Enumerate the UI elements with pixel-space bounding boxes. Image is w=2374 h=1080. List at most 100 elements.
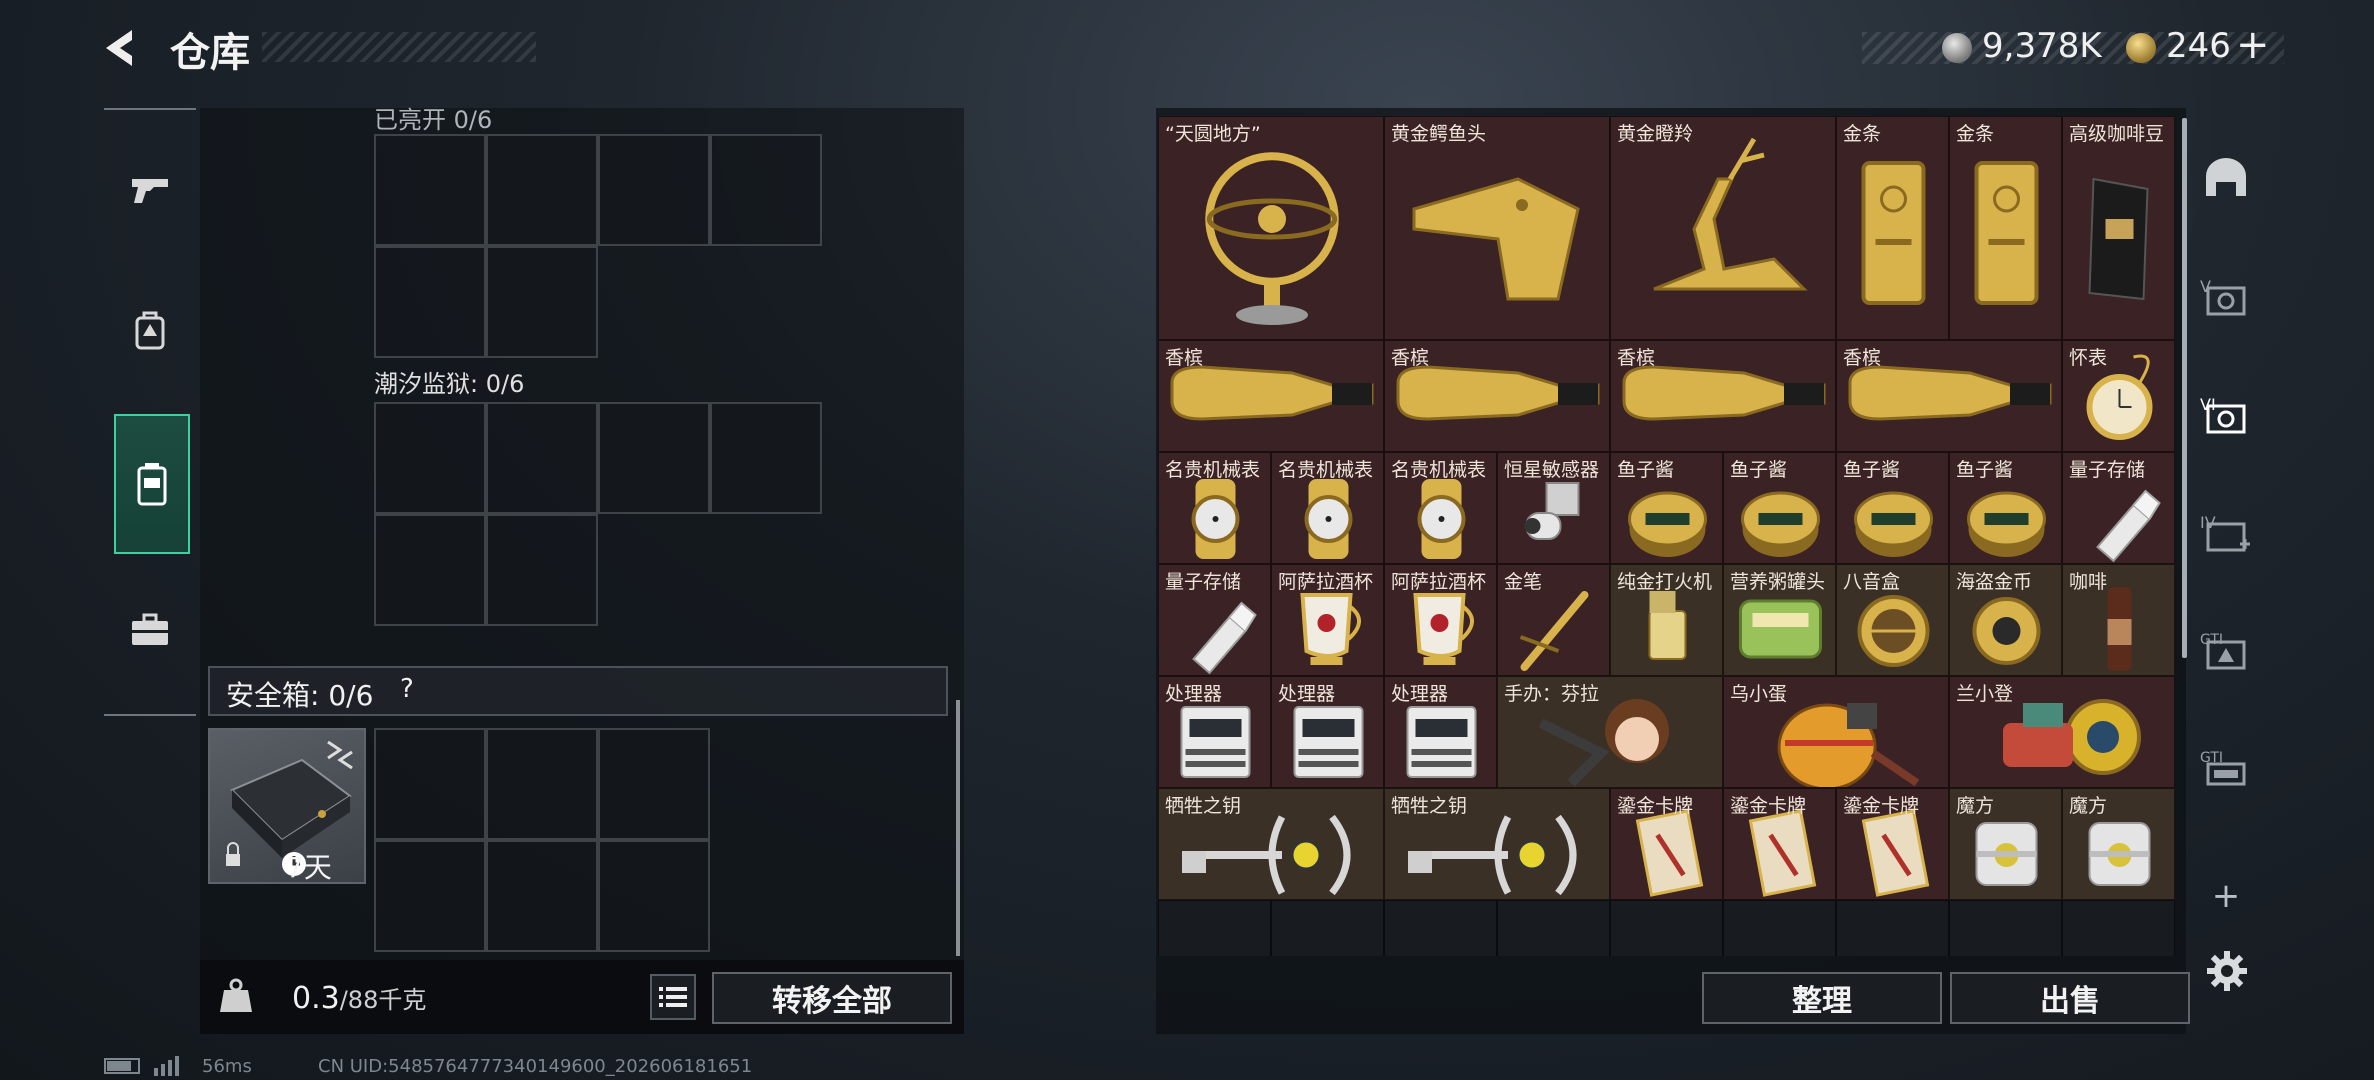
stash-item[interactable]: 兰小登 xyxy=(1949,676,2175,788)
grid-slot[interactable] xyxy=(598,402,710,514)
scrollbar[interactable] xyxy=(2182,118,2187,658)
stash-item[interactable]: 咖啡 xyxy=(2062,564,2175,676)
stash-item[interactable]: 鎏金卡牌 xyxy=(1610,788,1723,900)
item-name: 怀表 xyxy=(2069,347,2108,369)
grid-slot[interactable] xyxy=(710,134,822,246)
stash-item[interactable]: 魔方 xyxy=(1949,788,2062,900)
tab-iv[interactable]: IV xyxy=(2198,504,2254,560)
empty-slot[interactable] xyxy=(1836,900,1949,956)
empty-slot[interactable] xyxy=(1271,900,1384,956)
item-name: 手办：芬拉 xyxy=(1504,683,1600,705)
stash-item[interactable]: 黄金鳄鱼头 xyxy=(1384,116,1610,340)
grid-slot[interactable] xyxy=(486,514,598,626)
tab-vi[interactable]: VI xyxy=(2198,386,2254,442)
stash-item[interactable]: 怀表 xyxy=(2062,340,2175,452)
item-name: 香槟 xyxy=(1165,347,1204,369)
stash-item[interactable]: 鱼子酱 xyxy=(1723,452,1836,564)
add-currency-button[interactable]: + xyxy=(2236,22,2270,68)
settings-button[interactable] xyxy=(2206,950,2248,996)
stash-item[interactable]: 处理器 xyxy=(1158,676,1271,788)
stash-item[interactable]: 海盗金币 xyxy=(1949,564,2062,676)
empty-slot[interactable] xyxy=(1949,900,2062,956)
stash-item[interactable]: 香槟 xyxy=(1610,340,1836,452)
empty-slot[interactable] xyxy=(1610,900,1723,956)
stash-item[interactable]: “天圆地方” xyxy=(1158,116,1384,340)
tab-gti[interactable]: GTI xyxy=(2198,622,2254,678)
sort-button[interactable]: 整理 xyxy=(1702,972,1942,1024)
stash-item[interactable]: 香槟 xyxy=(1384,340,1610,452)
empty-slot[interactable] xyxy=(1497,900,1610,956)
stash-item[interactable]: 鱼子酱 xyxy=(1836,452,1949,564)
grid-slot[interactable] xyxy=(374,402,486,514)
stash-item[interactable]: 黄金瞪羚 xyxy=(1610,116,1836,340)
stash-item[interactable]: 纯金打火机 xyxy=(1610,564,1723,676)
empty-slot[interactable] xyxy=(1384,900,1497,956)
list-view-button[interactable] xyxy=(650,974,696,1020)
nav-backpack[interactable] xyxy=(104,270,196,390)
container-label: 潮汐监狱: 0/6 xyxy=(374,370,525,398)
briefcase-icon xyxy=(132,613,168,645)
grid-slot[interactable] xyxy=(598,134,710,246)
stash-item[interactable]: 恒星敏感器 xyxy=(1497,452,1610,564)
grid-slot[interactable] xyxy=(486,402,598,514)
stash-item[interactable]: 名贵机械表 xyxy=(1271,452,1384,564)
stash-item[interactable]: 金条 xyxy=(1949,116,2062,340)
nav-vest[interactable] xyxy=(114,414,190,554)
grid-slot[interactable] xyxy=(486,134,598,246)
stash-item[interactable]: 魔方 xyxy=(2062,788,2175,900)
stash-item[interactable]: 金条 xyxy=(1836,116,1949,340)
stash-item[interactable]: 乌小蛋 xyxy=(1723,676,1949,788)
stash-item[interactable]: 鎏金卡牌 xyxy=(1723,788,1836,900)
stash-item[interactable]: 阿萨拉酒杯 xyxy=(1271,564,1384,676)
grid-slot[interactable] xyxy=(486,840,598,952)
stash-item[interactable]: 处理器 xyxy=(1384,676,1497,788)
grid-slot[interactable] xyxy=(486,246,598,358)
gear-icon xyxy=(2207,951,2247,991)
stash-item[interactable]: 鎏金卡牌 xyxy=(1836,788,1949,900)
back-button[interactable] xyxy=(100,26,144,70)
safebox-label: 安全箱: 0/6 xyxy=(226,679,374,712)
grid-slot[interactable] xyxy=(486,728,598,840)
coin-balance: 9,378K xyxy=(1982,26,2102,66)
stash-item[interactable]: 量子存储 xyxy=(1158,564,1271,676)
tab-helmet[interactable] xyxy=(2198,150,2254,206)
stash-item[interactable]: 营养粥罐头 xyxy=(1723,564,1836,676)
nav-weapons[interactable] xyxy=(104,130,196,250)
stash-item[interactable]: 香槟 xyxy=(1836,340,2062,452)
grid-slot[interactable] xyxy=(598,840,710,952)
grid-slot[interactable] xyxy=(710,402,822,514)
grid-slot[interactable] xyxy=(374,728,486,840)
stash-item[interactable]: 金笔 xyxy=(1497,564,1610,676)
grid-slot[interactable] xyxy=(374,246,486,358)
tab-gti-2[interactable]: GTI xyxy=(2198,740,2254,796)
stash-item[interactable]: 手办：芬拉 xyxy=(1497,676,1723,788)
goldbar-icon xyxy=(1861,161,1926,305)
add-tab-button[interactable]: + xyxy=(2198,868,2254,924)
empty-slot[interactable] xyxy=(1158,900,1271,956)
stash-item[interactable]: 名贵机械表 xyxy=(1158,452,1271,564)
grid-slot[interactable] xyxy=(374,134,486,246)
empty-slot[interactable] xyxy=(1723,900,1836,956)
stash-item[interactable]: 香槟 xyxy=(1158,340,1384,452)
stash-item[interactable]: 牺牲之钥 xyxy=(1384,788,1610,900)
sell-button[interactable]: 出售 xyxy=(1950,972,2190,1024)
stash-item[interactable]: 量子存储 xyxy=(2062,452,2175,564)
scrollbar[interactable] xyxy=(956,700,960,956)
stash-item[interactable]: 鱼子酱 xyxy=(1949,452,2062,564)
tab-v[interactable]: V xyxy=(2198,268,2254,324)
stash-item[interactable]: 牺牲之钥 xyxy=(1158,788,1384,900)
stash-item[interactable]: 阿萨拉酒杯 xyxy=(1384,564,1497,676)
empty-slot[interactable] xyxy=(2062,900,2175,956)
stash-item[interactable]: 处理器 xyxy=(1271,676,1384,788)
grid-slot[interactable] xyxy=(598,728,710,840)
stash-item[interactable]: 名贵机械表 xyxy=(1384,452,1497,564)
grid-slot[interactable] xyxy=(374,514,486,626)
stash-item[interactable]: 高级咖啡豆 xyxy=(2062,116,2175,340)
transfer-all-button[interactable]: 转移全部 xyxy=(712,972,952,1024)
item-name: 营养粥罐头 xyxy=(1730,571,1826,593)
stash-item[interactable]: 八音盒 xyxy=(1836,564,1949,676)
grid-slot[interactable] xyxy=(374,840,486,952)
nav-case[interactable] xyxy=(104,570,196,690)
stash-item[interactable]: 鱼子酱 xyxy=(1610,452,1723,564)
help-button[interactable]: ? xyxy=(400,674,414,704)
